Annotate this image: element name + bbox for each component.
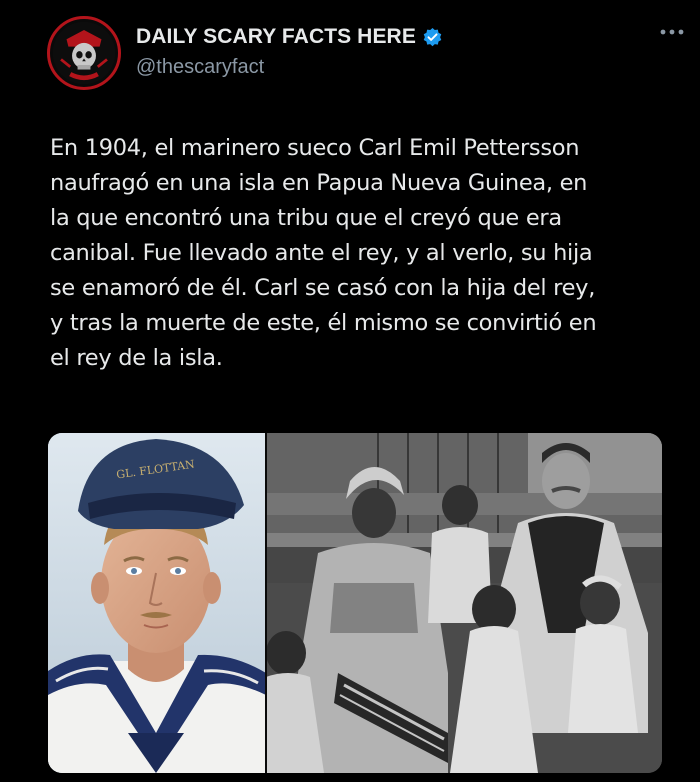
avatar[interactable] <box>47 16 121 90</box>
tweet-text: En 1904, el marinero sueco Carl Emil Pet… <box>50 135 597 371</box>
more-options-button[interactable] <box>657 20 687 44</box>
account-handle[interactable]: @thescaryfact <box>136 56 264 79</box>
sailor-portrait: GL. FLOTTAN <box>48 433 266 773</box>
skull-logo-icon <box>52 21 116 85</box>
tweet-header: DAILY SCARY FACTS HERE @thescaryfact <box>47 16 687 90</box>
display-name[interactable]: DAILY SCARY FACTS HERE <box>136 25 416 49</box>
more-options-icon <box>660 29 684 35</box>
tweet-media[interactable]: GL. FLOTTAN <box>48 433 662 773</box>
verified-badge-icon <box>422 27 443 48</box>
family-photo <box>266 433 662 773</box>
name-row: DAILY SCARY FACTS HERE <box>136 24 443 50</box>
tweet-photo: GL. FLOTTAN <box>48 433 662 773</box>
